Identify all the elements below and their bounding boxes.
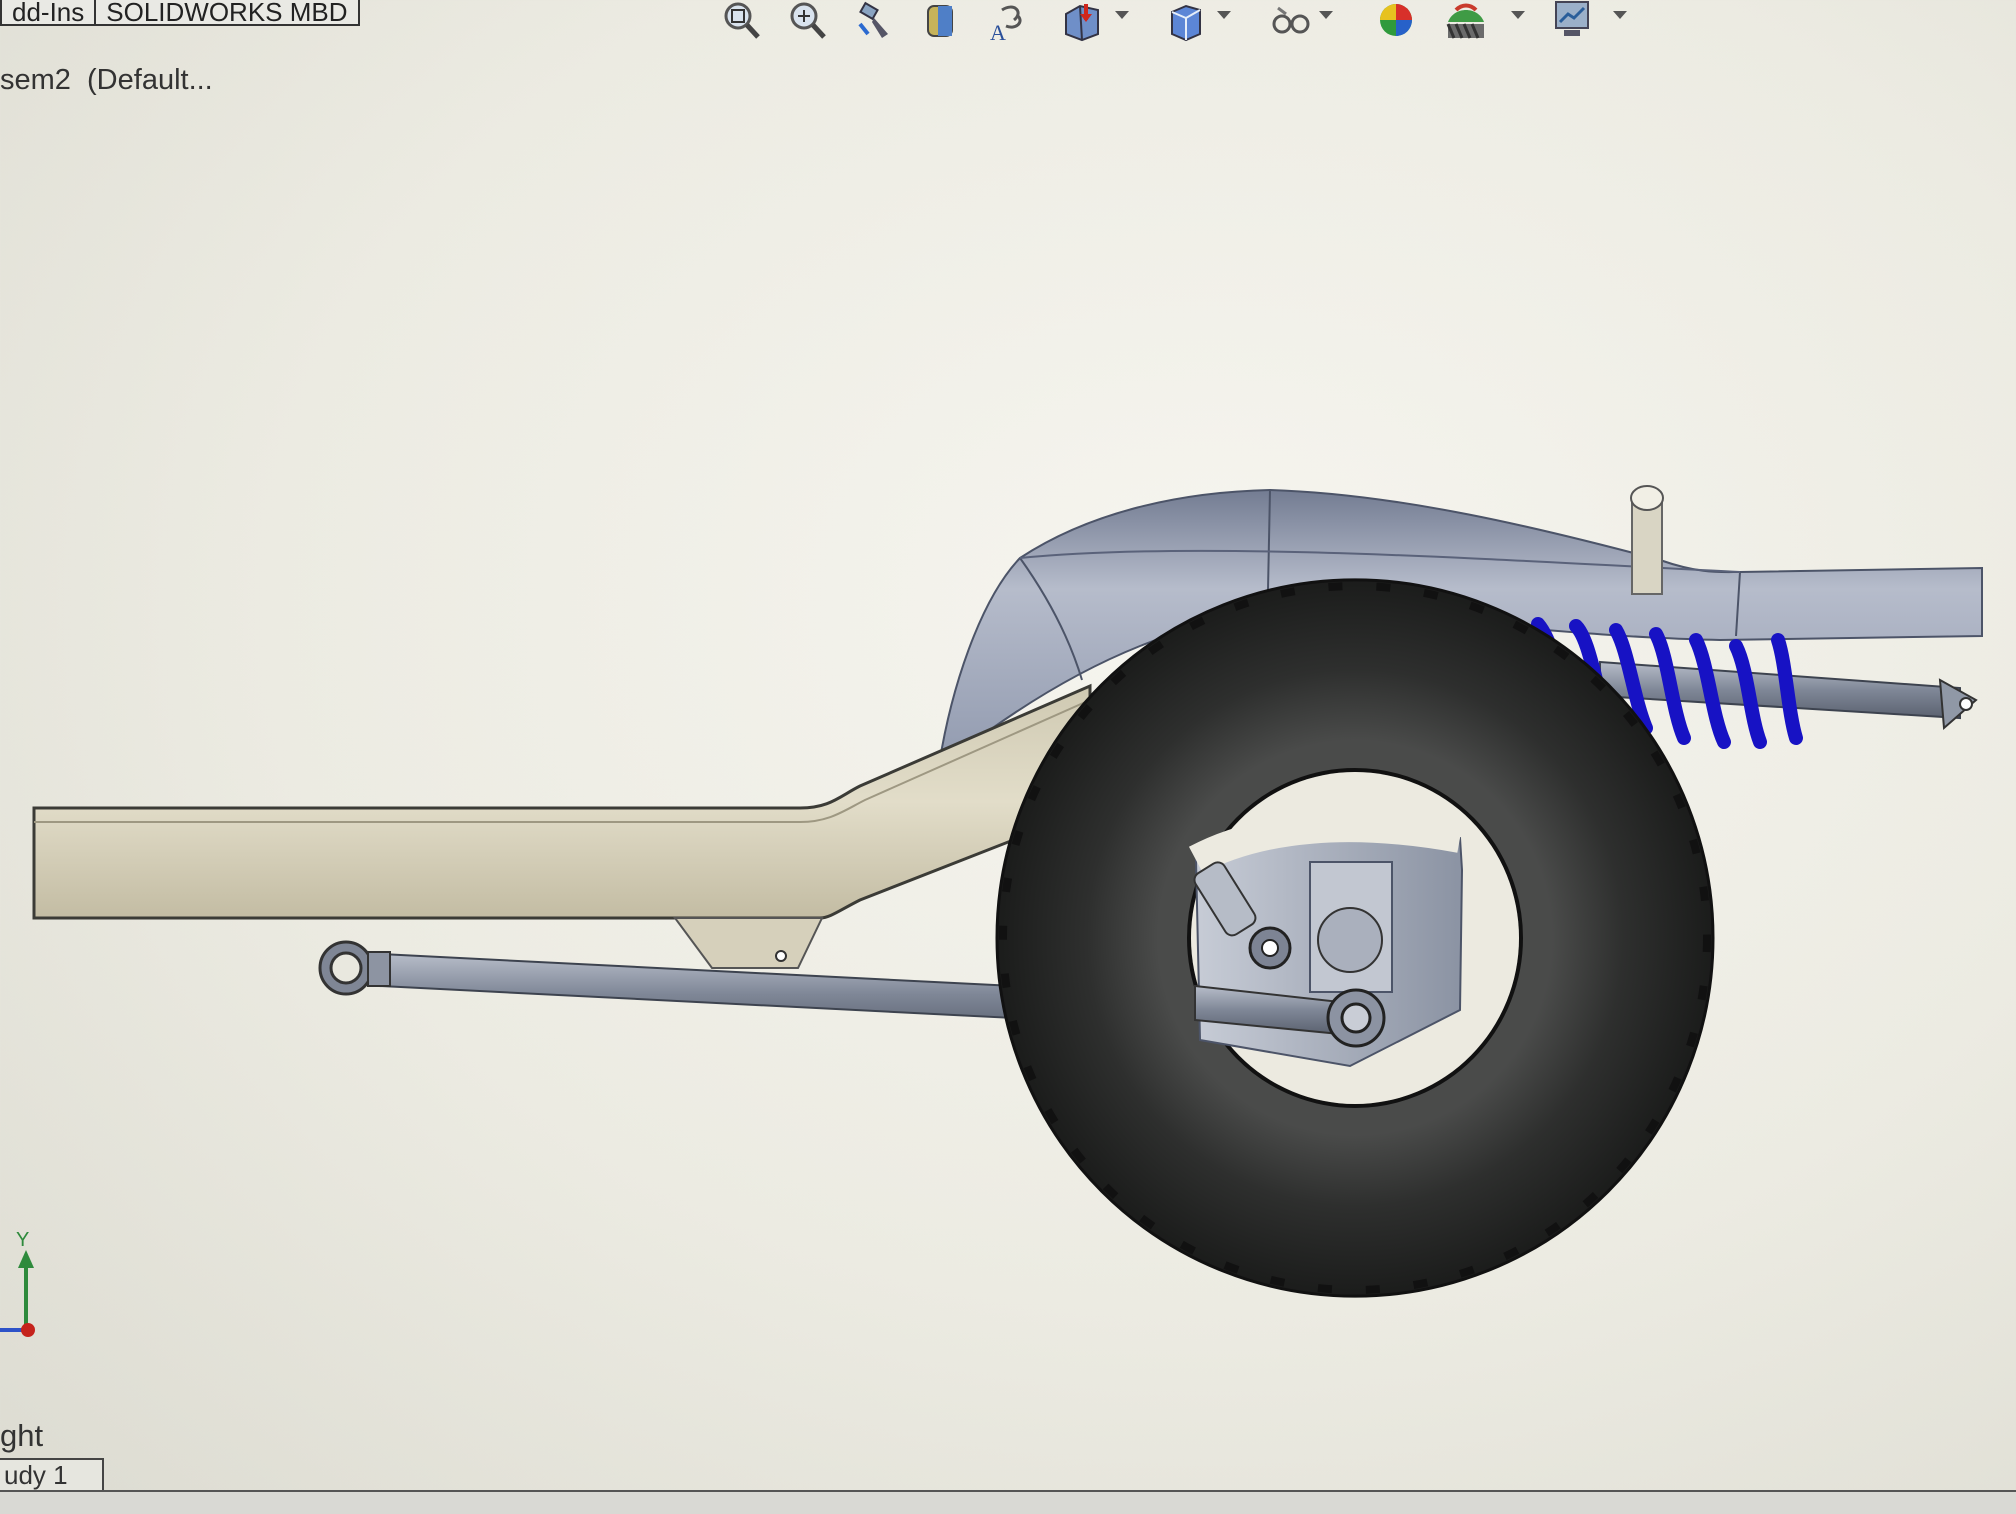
graphics-area[interactable] xyxy=(0,0,2016,1512)
view-orientation-label: ght xyxy=(0,1418,44,1453)
tab-motion-study[interactable]: udy 1 xyxy=(0,1458,104,1492)
frame-rail xyxy=(32,683,1092,920)
status-bar xyxy=(0,1490,2016,1514)
shock-mount-post xyxy=(1630,485,1664,595)
bottom-tabs: udy 1 xyxy=(0,1458,104,1492)
frame-bracket xyxy=(673,917,824,969)
axle-hardware-through-wheel xyxy=(1188,812,1464,1068)
triad-y-axis-label: Y xyxy=(16,1229,29,1251)
reference-triad: Y xyxy=(0,1228,60,1338)
